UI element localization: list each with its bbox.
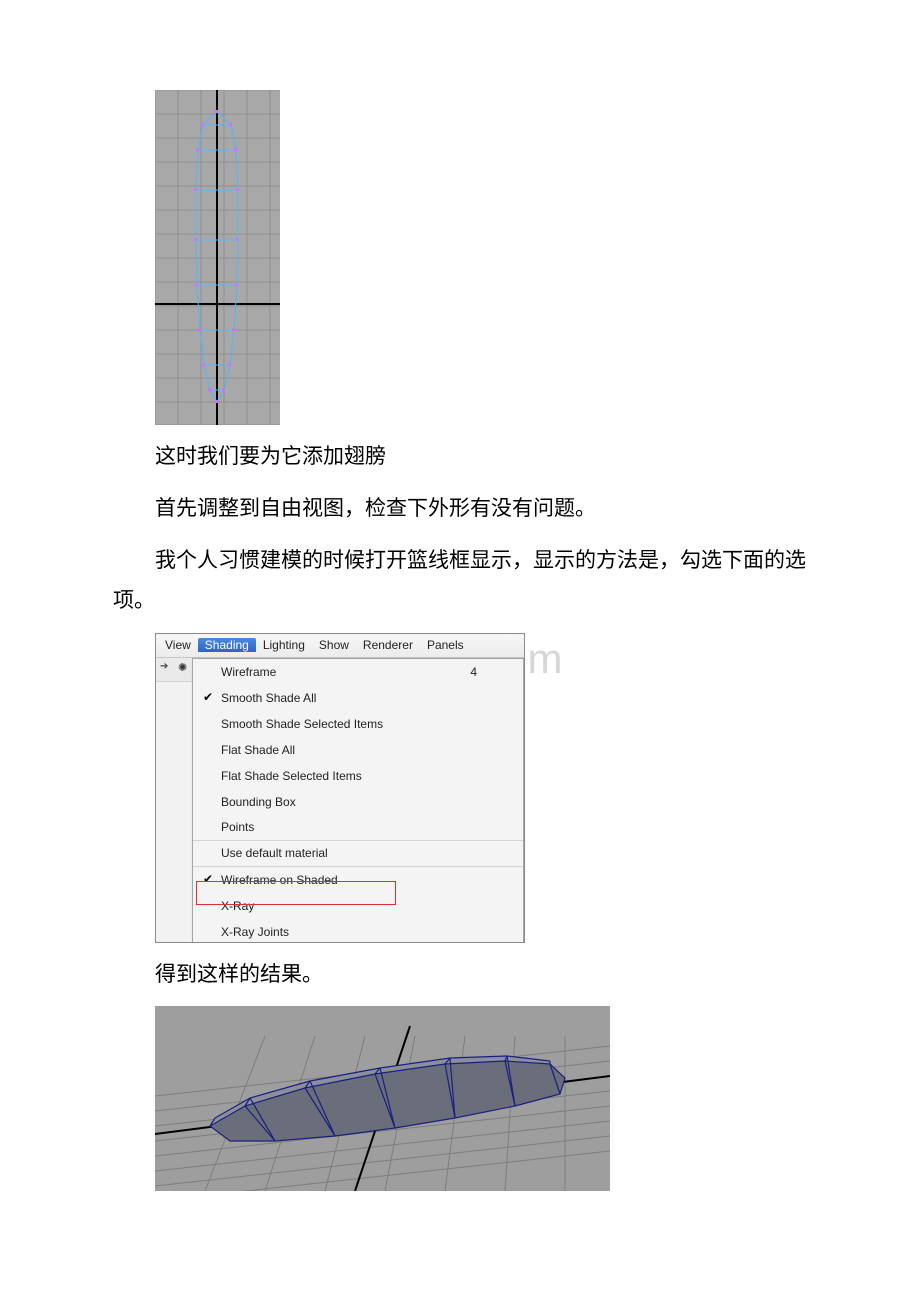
paragraph-1: 这时我们要为它添加翅膀: [0, 437, 920, 477]
paragraph-2: 首先调整到自由视图，检查下外形有没有问题。: [0, 489, 920, 529]
viewport-persp-screenshot: [155, 1006, 610, 1191]
menu-item-label: X-Ray Joints: [221, 925, 289, 939]
menu-item-label: Wireframe on Shaded: [221, 873, 338, 887]
menu-shading[interactable]: Shading: [198, 638, 256, 652]
menu-item-wireframe[interactable]: Wireframe 4: [193, 659, 523, 685]
menu-item-label: Wireframe: [221, 665, 276, 679]
menu-item-label: X-Ray: [221, 899, 254, 913]
menu-item-default-material[interactable]: Use default material: [193, 841, 523, 867]
menu-panels[interactable]: Panels: [420, 638, 471, 652]
menu-item-bounding-box[interactable]: Bounding Box: [193, 789, 523, 815]
menu-item-flat-all[interactable]: Flat Shade All: [193, 737, 523, 763]
menu-item-label: Smooth Shade All: [221, 691, 316, 705]
menu-item-wireframe-on-shaded[interactable]: ✔ Wireframe on Shaded: [193, 867, 523, 893]
menu-item-xray[interactable]: X-Ray: [193, 893, 523, 919]
shading-dropdown: Wireframe 4 ✔ Smooth Shade All Smooth Sh…: [192, 658, 524, 943]
menu-show[interactable]: Show: [312, 638, 356, 652]
shading-menu-screenshot: View Shading Lighting Show Renderer Pane…: [155, 633, 525, 943]
menu-item-smooth-all[interactable]: ✔ Smooth Shade All: [193, 685, 523, 711]
check-icon: ✔: [203, 690, 213, 704]
menu-item-xray-joints[interactable]: X-Ray Joints: [193, 919, 523, 943]
menu-item-label: Points: [221, 820, 254, 834]
menu-item-smooth-selected[interactable]: Smooth Shade Selected Items: [193, 711, 523, 737]
menu-item-label: Use default material: [221, 846, 328, 860]
viewport-menubar: View Shading Lighting Show Renderer Pane…: [156, 634, 524, 658]
arrow-icon: [160, 662, 174, 676]
menu-item-points[interactable]: Points: [193, 815, 523, 841]
menu-renderer[interactable]: Renderer: [356, 638, 420, 652]
paragraph-4: 得到这样的结果。: [0, 955, 920, 995]
paragraph-3: 我个人习惯建模的时候打开篮线框显示，显示的方法是，勾选下面的选项。: [0, 541, 920, 621]
menu-item-shortcut: 4: [470, 665, 477, 679]
menu-item-label: Flat Shade Selected Items: [221, 769, 362, 783]
menu-item-flat-selected[interactable]: Flat Shade Selected Items: [193, 763, 523, 789]
check-icon: ✔: [203, 872, 213, 886]
menu-item-label: Smooth Shade Selected Items: [221, 717, 383, 731]
menu-item-label: Flat Shade All: [221, 743, 295, 757]
menu-view[interactable]: View: [158, 638, 198, 652]
gizmo-icon: [178, 662, 192, 676]
menu-item-label: Bounding Box: [221, 795, 296, 809]
menu-lighting[interactable]: Lighting: [256, 638, 312, 652]
viewport-top-screenshot: [155, 90, 280, 425]
